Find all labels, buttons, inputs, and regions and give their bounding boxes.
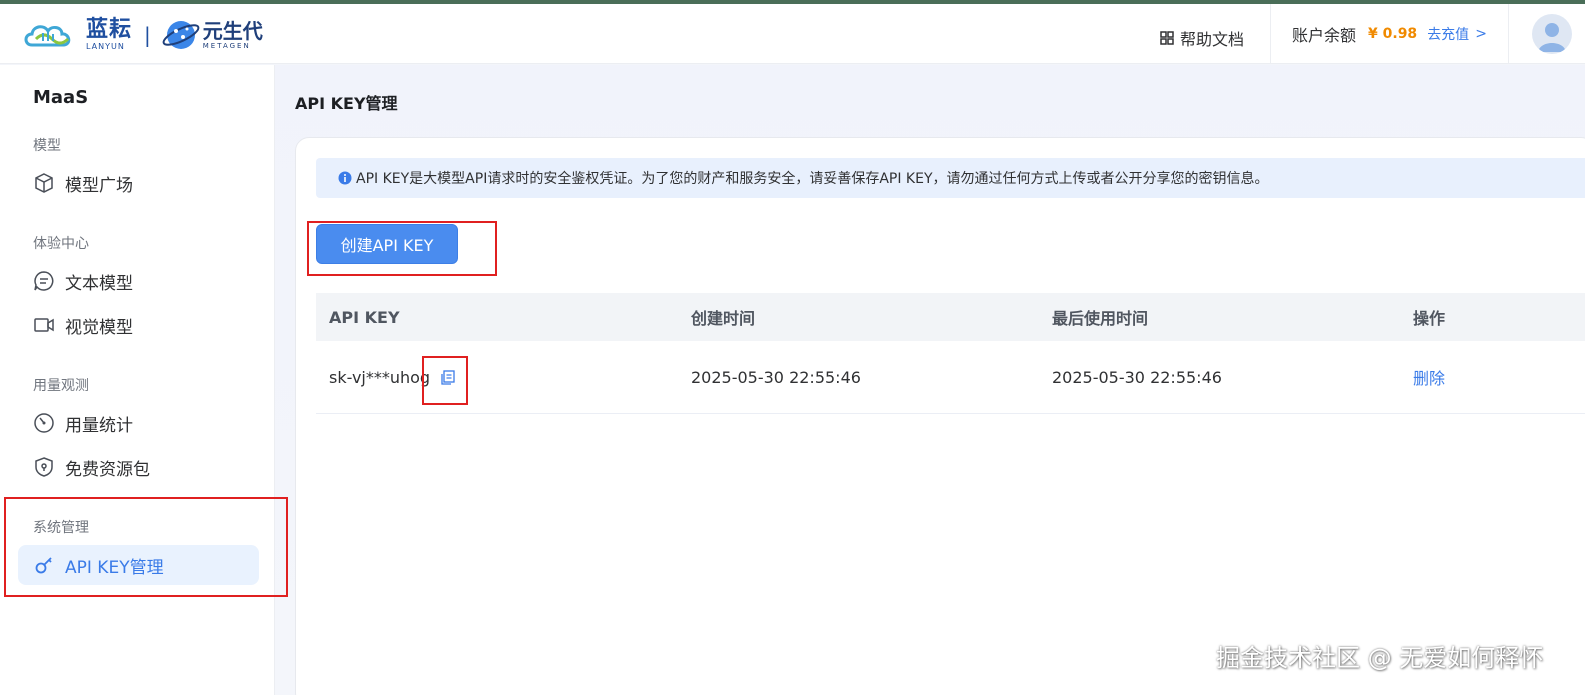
cell-last-used: 2025-05-30 22:55:46 [1052, 367, 1222, 387]
sidebar-item-vision-model[interactable]: 视觉模型 [18, 305, 259, 345]
header-divider [1508, 4, 1509, 64]
highlight-box-api-key-menu [4, 497, 288, 597]
cell-action: 删除 [1400, 365, 1585, 389]
sidebar-group-usage: 用量观测 [33, 378, 89, 394]
logo[interactable]: 蓝耘 LANYUN | 元生代 METAGEN [22, 14, 263, 56]
notice-text: API KEY是大模型API请求时的安全鉴权凭证。为了您的财产和服务安全，请妥善… [356, 171, 1269, 187]
user-avatar-icon [1538, 23, 1566, 52]
partner-name-cn: 元生代 [202, 18, 263, 43]
metagen-globe-icon [162, 21, 200, 49]
shield-icon [35, 457, 53, 477]
sidebar-item-label: 模型广场 [65, 175, 133, 196]
balance-amount: ¥ 0.98 [1368, 26, 1418, 42]
account-balance: 账户余额 ¥ 0.98 去充值 > [1292, 22, 1487, 46]
table-header: API KEY 创建时间 最后使用时间 操作 [316, 293, 1585, 341]
chevron-right-icon[interactable]: > [1475, 26, 1487, 42]
logo-separator: | [144, 23, 151, 47]
column-header-api-key: API KEY [329, 307, 400, 327]
partner-name-en: METAGEN [202, 41, 251, 50]
help-docs-label: 帮助文档 [1180, 30, 1245, 49]
sidebar-item-text-model[interactable]: 文本模型 [18, 261, 259, 301]
sidebar-item-label: 用量统计 [65, 415, 133, 436]
sidebar-item-usage-stats[interactable]: 用量统计 [18, 403, 259, 443]
chat-icon [34, 271, 54, 291]
cell-created: 2025-05-30 22:55:46 [691, 367, 861, 387]
info-notice: API KEY是大模型API请求时的安全鉴权凭证。为了您的财产和服务安全，请妥善… [316, 158, 1585, 198]
video-icon [34, 318, 54, 332]
sidebar-item-label: 免费资源包 [65, 459, 150, 480]
highlight-box-create-button [307, 221, 497, 276]
watermark-text: 掘金技术社区 @ 无爱如何释怀 [1216, 644, 1544, 672]
balance-label: 账户余额 [1292, 26, 1357, 45]
column-header-action: 操作 [1413, 309, 1446, 328]
delete-link[interactable]: 删除 [1413, 369, 1445, 388]
column-header-created: 创建时间 [691, 309, 756, 328]
recharge-link[interactable]: 去充值 [1427, 24, 1469, 44]
cell-api-key: sk-vj***uhog [316, 368, 678, 387]
help-docs-link[interactable]: 帮助文档 [1160, 26, 1244, 50]
lanyun-cloud-icon [24, 25, 71, 47]
table-row: sk-vj***uhog 2025-05-30 22:55:46 2025-05… [316, 341, 1585, 414]
brand-name-en: LANYUN [86, 42, 125, 51]
gauge-icon [34, 413, 54, 433]
page-title: API KEY管理 [295, 94, 398, 113]
sidebar-title: MaaS [33, 87, 89, 108]
sidebar-group-model: 模型 [33, 138, 61, 154]
sidebar-item-label: 文本模型 [65, 273, 133, 294]
avatar[interactable] [1532, 14, 1572, 54]
api-key-table: API KEY 创建时间 最后使用时间 操作 sk-vj***uhog 2025… [316, 293, 1585, 414]
cube-icon [35, 173, 53, 193]
main-content: API KEY管理 API KEY是大模型API请求时的安全鉴权凭证。为了您的财… [275, 65, 1585, 695]
column-header-last-used: 最后使用时间 [1052, 309, 1149, 328]
brand-name-cn: 蓝耘 [86, 17, 133, 42]
lanyun-brand: 蓝耘 LANYUN [86, 19, 132, 51]
sidebar-group-experience: 体验中心 [33, 236, 89, 252]
sidebar-item-label: 视觉模型 [65, 317, 133, 338]
header-divider [1270, 4, 1271, 64]
api-key-value: sk-vj***uhog [329, 367, 431, 387]
sidebar: MaaS 模型 模型广场 体验中心 文本模型 视觉模型 用量观测 用量统计 免费… [0, 65, 275, 695]
sidebar-item-model-plaza[interactable]: 模型广场 [18, 163, 259, 203]
grid-icon [1160, 31, 1174, 45]
metagen-brand: 元生代 METAGEN [203, 21, 263, 50]
sidebar-item-free-resources[interactable]: 免费资源包 [18, 447, 259, 487]
info-icon [338, 171, 352, 185]
highlight-box-copy-icon [422, 356, 468, 405]
